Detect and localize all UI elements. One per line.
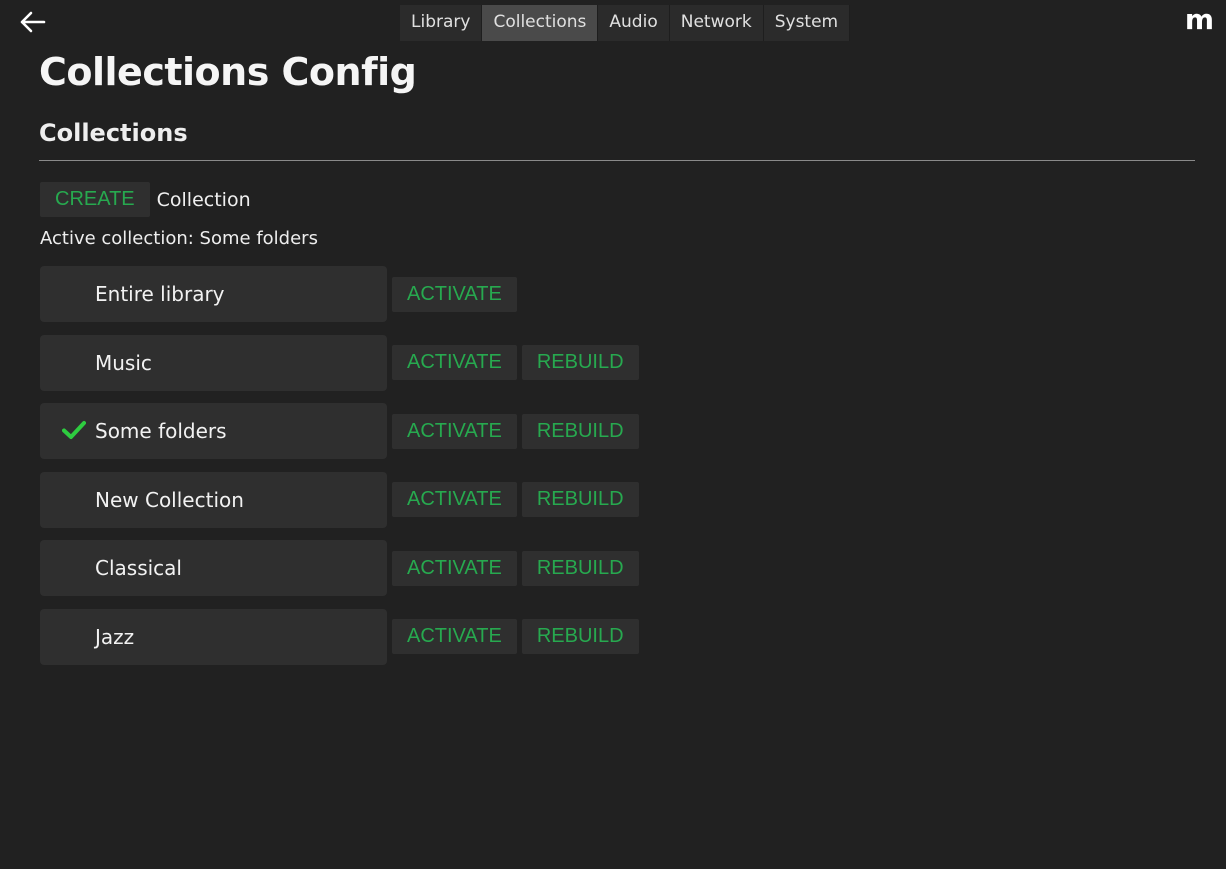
- collection-row: Entire library ACTIVATE: [40, 266, 639, 322]
- collection-item-music[interactable]: Music: [40, 334, 387, 391]
- collection-actions: ACTIVATE REBUILD: [392, 550, 639, 586]
- rebuild-button[interactable]: REBUILD: [521, 345, 639, 380]
- activate-button[interactable]: ACTIVATE: [392, 345, 517, 380]
- section-title: Collections: [39, 119, 188, 147]
- create-button[interactable]: CREATE: [40, 182, 150, 217]
- create-row: CREATE Collection: [40, 182, 251, 217]
- tab-bar: Library Collections Audio Network System: [400, 5, 851, 41]
- activate-button[interactable]: ACTIVATE: [392, 413, 517, 449]
- collection-name: Entire library: [95, 282, 225, 306]
- tab-collections[interactable]: Collections: [482, 5, 599, 41]
- app-logo: m: [1184, 3, 1214, 36]
- activate-button[interactable]: ACTIVATE: [392, 482, 517, 517]
- collection-actions: ACTIVATE REBUILD: [392, 619, 639, 654]
- rebuild-button[interactable]: REBUILD: [521, 619, 639, 654]
- section-divider: [39, 160, 1195, 161]
- collection-name: Music: [95, 350, 152, 375]
- collection-item-jazz[interactable]: Jazz: [40, 608, 387, 665]
- collection-row: Classical ACTIVATE REBUILD: [40, 540, 639, 596]
- collection-actions: ACTIVATE REBUILD: [392, 345, 639, 380]
- checkmark-icon: [62, 421, 86, 439]
- collection-name: Jazz: [95, 624, 135, 649]
- activate-button[interactable]: ACTIVATE: [392, 619, 517, 654]
- tab-library[interactable]: Library: [400, 5, 483, 41]
- back-button[interactable]: [14, 6, 50, 38]
- collection-name: New Collection: [95, 487, 244, 512]
- rebuild-button[interactable]: REBUILD: [521, 482, 639, 517]
- activate-button[interactable]: ACTIVATE: [392, 550, 517, 586]
- collection-row: Some folders ACTIVATE REBUILD: [40, 403, 639, 459]
- active-collection-text: Active collection: Some folders: [40, 228, 318, 249]
- collection-item-new-collection[interactable]: New Collection: [40, 471, 387, 528]
- arrow-left-icon: [20, 11, 46, 33]
- collection-actions: ACTIVATE: [392, 276, 517, 312]
- tab-system[interactable]: System: [763, 5, 851, 41]
- collection-name: Some folders: [95, 419, 227, 443]
- collection-item-classical[interactable]: Classical: [40, 540, 387, 596]
- activate-button[interactable]: ACTIVATE: [392, 276, 517, 312]
- rebuild-button[interactable]: REBUILD: [521, 550, 639, 586]
- create-label: Collection: [156, 188, 251, 211]
- collection-item-entire-library[interactable]: Entire library: [40, 266, 387, 322]
- tab-network[interactable]: Network: [669, 5, 764, 41]
- collection-row: New Collection ACTIVATE REBUILD: [40, 471, 639, 528]
- collection-actions: ACTIVATE REBUILD: [392, 482, 639, 517]
- collection-row: Jazz ACTIVATE REBUILD: [40, 608, 639, 665]
- page-title: Collections Config: [39, 50, 417, 94]
- collection-actions: ACTIVATE REBUILD: [392, 413, 639, 449]
- collection-row: Music ACTIVATE REBUILD: [40, 334, 639, 391]
- tab-audio[interactable]: Audio: [598, 5, 670, 41]
- collection-name: Classical: [95, 556, 182, 580]
- collection-list: Entire library ACTIVATE Music ACTIVATE R…: [40, 266, 639, 677]
- rebuild-button[interactable]: REBUILD: [521, 413, 639, 449]
- collection-item-some-folders[interactable]: Some folders: [40, 403, 387, 459]
